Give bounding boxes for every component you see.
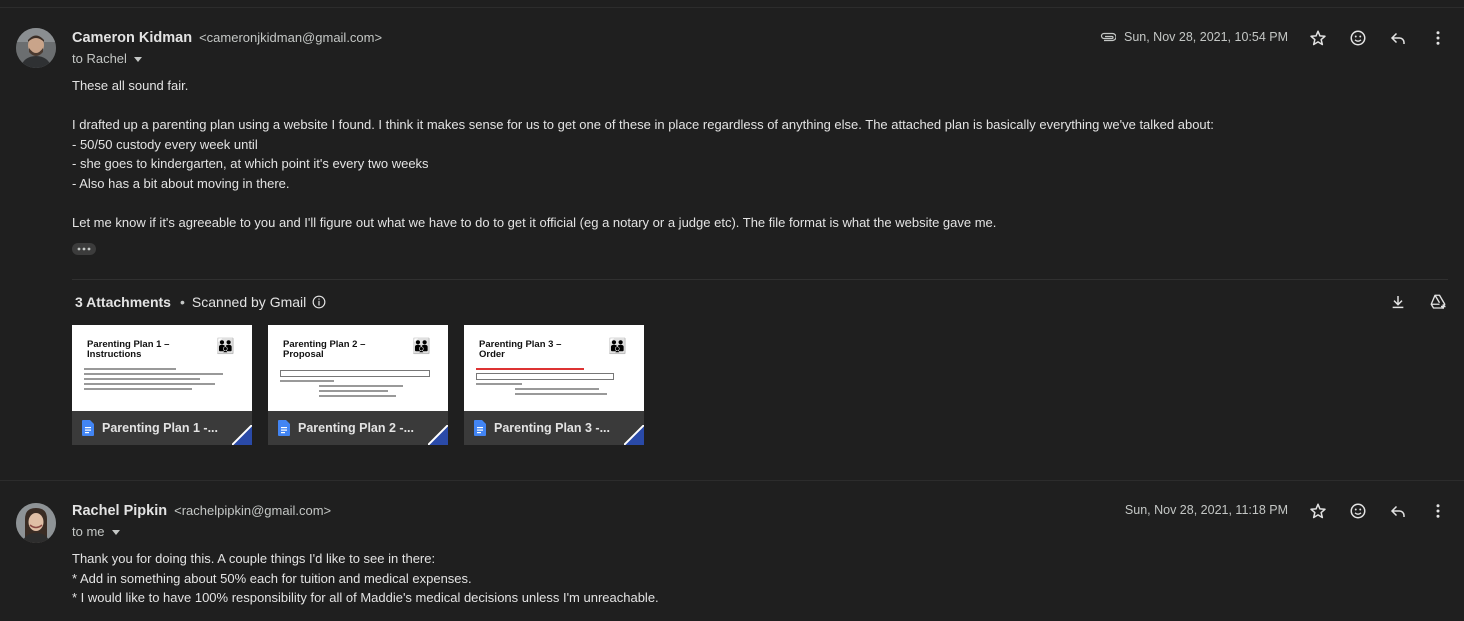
sender-name[interactable]: Cameron Kidman [72,30,192,46]
header-separator: • [179,294,185,310]
attachment-name: Parenting Plan 2 -... [298,421,414,435]
message-body: These all sound fair. I drafted up a par… [72,78,1214,230]
thumbnail-title: Parenting Plan 1 – Instructions [87,339,170,360]
emoji-icon[interactable] [1348,28,1368,48]
attachment-thumbnail: Parenting Plan 1 – Instructions 👪 [72,325,252,411]
reply-icon[interactable] [1388,501,1408,521]
attachments-header: 3 Attachments • Scanned by Gmail [75,294,326,310]
recipient-label: to Rachel [72,51,127,66]
message-meta: Sun, Nov 28, 2021, 11:18 PM [1125,503,1288,517]
message-date[interactable]: Sun, Nov 28, 2021, 11:18 PM [1125,503,1288,517]
scanned-label: Scanned by Gmail [191,294,307,310]
reply-icon[interactable] [1388,28,1408,48]
emoji-icon[interactable] [1348,501,1368,521]
sender-email: <rachelpipkin@gmail.com> [174,503,332,518]
google-docs-icon [82,420,94,436]
attachment-card[interactable]: Parenting Plan 3 – Order 👪 Parenting Pla… [464,325,644,445]
message-date[interactable]: Sun, Nov 28, 2021, 10:54 PM [1124,30,1288,44]
attachments-divider [72,279,1448,280]
attachment-footer: Parenting Plan 3 -... [464,411,644,445]
email-message-cameron: Cameron Kidman <cameronjkidman@gmail.com… [0,8,1464,473]
recipient-toggle[interactable]: to me [72,524,120,539]
chevron-down-icon [133,57,142,63]
family-figures-icon: 👪 [412,338,431,355]
star-icon[interactable] [1308,501,1328,521]
avatar[interactable] [16,28,56,68]
recipient-toggle[interactable]: to Rachel [72,51,142,66]
sender-email: <cameronjkidman@gmail.com> [199,30,383,45]
sender: Rachel Pipkin <rachelpipkin@gmail.com> [72,503,331,519]
attachment-name: Parenting Plan 3 -... [494,421,610,435]
star-icon[interactable] [1308,28,1328,48]
show-trimmed-content-button[interactable] [72,243,96,255]
thumbnail-title: Parenting Plan 2 – Proposal [283,339,366,360]
attachment-name: Parenting Plan 1 -... [102,421,218,435]
sender-name[interactable]: Rachel Pipkin [72,503,167,519]
paperclip-icon [1100,32,1116,42]
attachment-thumbnail: Parenting Plan 3 – Order 👪 [464,325,644,411]
attachment-card[interactable]: Parenting Plan 2 – Proposal 👪 Parenting … [268,325,448,445]
thumbnail-lines [476,365,630,398]
family-figures-icon: 👪 [608,338,627,355]
attachment-footer: Parenting Plan 1 -... [72,411,252,445]
shared-corner-icon [624,425,644,445]
shared-corner-icon [428,425,448,445]
attachment-footer: Parenting Plan 2 -... [268,411,448,445]
download-icon[interactable] [1388,292,1408,312]
attachment-card[interactable]: Parenting Plan 1 – Instructions 👪 Parent… [72,325,252,445]
shared-corner-icon [232,425,252,445]
info-icon[interactable] [312,295,326,309]
recipient-label: to me [72,524,105,539]
email-message-rachel: Rachel Pipkin <rachelpipkin@gmail.com> t… [0,481,1464,621]
thumbnail-lines [280,367,434,400]
more-vert-icon[interactable] [1428,501,1448,521]
chevron-down-icon [111,530,120,536]
message-body: Thank you for doing this. A couple thing… [72,551,659,605]
thumbnail-lines [84,365,238,393]
add-to-drive-icon[interactable] [1428,292,1448,312]
message-meta: Sun, Nov 28, 2021, 10:54 PM [1100,30,1288,44]
sender: Cameron Kidman <cameronjkidman@gmail.com… [72,30,382,46]
thumbnail-title: Parenting Plan 3 – Order [479,339,562,360]
more-vert-icon[interactable] [1428,28,1448,48]
google-docs-icon [278,420,290,436]
attachments-count: 3 Attachments [75,294,171,310]
family-figures-icon: 👪 [216,338,235,355]
google-docs-icon [474,420,486,436]
avatar[interactable] [16,503,56,543]
attachment-thumbnail: Parenting Plan 2 – Proposal 👪 [268,325,448,411]
